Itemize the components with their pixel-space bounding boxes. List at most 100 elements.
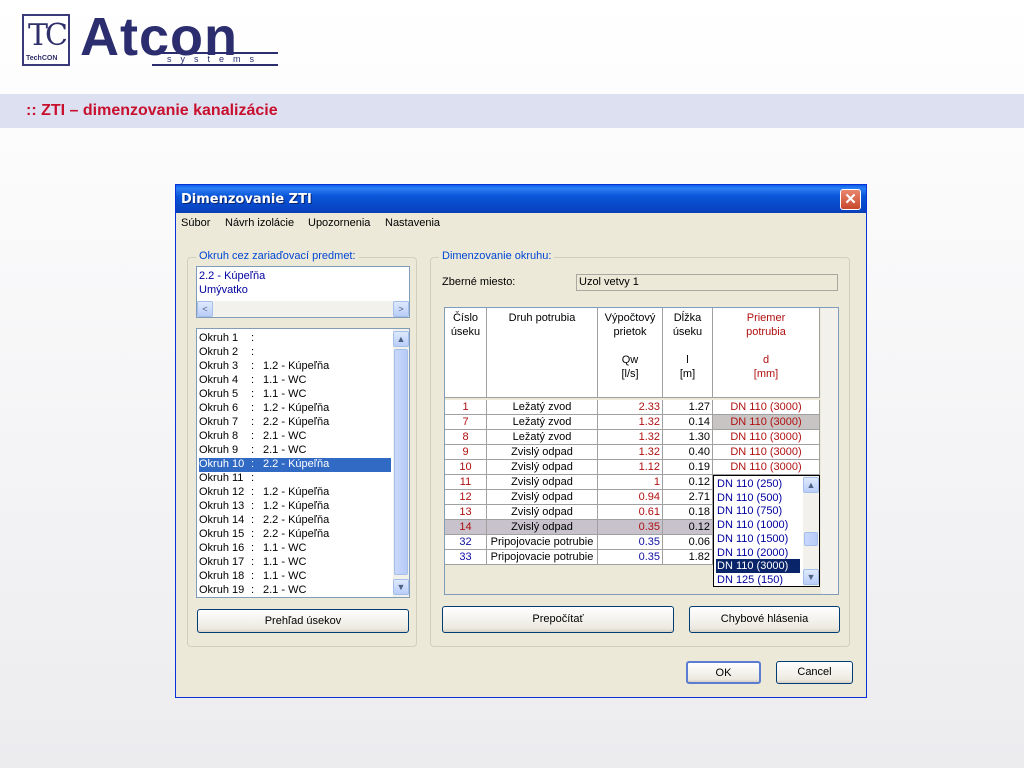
okruh-list-item[interactable]: Okruh 3:1.2 - Kúpeľňa [199,360,329,374]
scroll-thumb[interactable] [394,349,408,575]
okruh-list-item[interactable]: Okruh 7:2.2 - Kúpeľňa [199,416,329,430]
okruh-list-item[interactable]: Okruh 5:1.1 - WC [199,388,306,402]
grid-cell-l[interactable]: 2.71 [663,490,713,505]
grid-cell-l[interactable]: 0.18 [663,505,713,520]
grid-cell-qw[interactable]: 0.35 [598,520,663,535]
grid-cell-l[interactable]: 0.12 [663,520,713,535]
grid-cell-l[interactable]: 1.27 [663,400,713,415]
grid-cell-l[interactable]: 0.40 [663,445,713,460]
grid-cell-l[interactable]: 0.14 [663,415,713,430]
grid-cell-qw[interactable]: 1.32 [598,415,663,430]
grid-cell-cislo[interactable]: 14 [445,520,487,535]
okruh-list-item[interactable]: Okruh 8:2.1 - WC [199,430,306,444]
prehlad-useku-button[interactable]: Prehľad úsekov [197,609,409,633]
okruh-list-item[interactable]: Okruh 12:1.2 - Kúpeľňa [199,486,329,500]
menu-navrh-izolacie[interactable]: Návrh izolácie [225,217,294,229]
column-header[interactable]: Priemer potrubia d [mm] [713,308,820,398]
okruh-list-item[interactable]: Okruh 14:2.2 - Kúpeľňa [199,514,329,528]
grid-cell-qw[interactable]: 0.35 [598,535,663,550]
menu-upozornenia[interactable]: Upozornenia [308,217,370,229]
grid-cell-qw[interactable]: 0.61 [598,505,663,520]
diameter-dropdown[interactable]: ▲ ▼ DN 110 (250) DN 110 (500) DN 110 (750)… [713,475,820,587]
okruh-list-item[interactable]: Okruh 11: [199,472,263,486]
vertical-scrollbar[interactable]: ▲ ▼ [393,329,409,597]
grid-cell-cislo[interactable]: 13 [445,505,487,520]
dropdown-option[interactable]: DN 110 (1000) [716,518,800,532]
grid-cell-l[interactable]: 0.06 [663,535,713,550]
grid-cell-druh[interactable]: Zvislý odpad [487,445,598,460]
selected-items-list[interactable]: 2.2 - Kúpeľňa Umývatko < > [196,266,410,318]
grid-cell-cislo[interactable]: 33 [445,550,487,565]
menu-subor[interactable]: Súbor [181,217,210,229]
grid-cell-l[interactable]: 1.30 [663,430,713,445]
grid-cell-qw[interactable]: 1.32 [598,445,663,460]
grid-vertical-scrollbar[interactable] [821,308,838,594]
selected-item[interactable]: Umývatko [199,283,248,297]
grid-cell-druh[interactable]: Ležatý zvod [487,400,598,415]
ok-button[interactable]: OK [686,661,761,684]
grid-cell-druh[interactable]: Ležatý zvod [487,415,598,430]
okruh-list-item[interactable]: Okruh 19:2.1 - WC [199,584,306,597]
okruh-list[interactable]: ▲ ▼ Okruh 1: Okruh 2: Okruh 3:1.2 - Kúpeľň… [196,328,410,598]
grid-cell-cislo[interactable]: 12 [445,490,487,505]
grid-cell-d[interactable]: DN 110 (3000) [713,415,820,430]
grid-cell-l[interactable]: 0.12 [663,475,713,490]
okruh-list-item[interactable]: Okruh 10:2.2 - Kúpeľňa [199,458,329,472]
scroll-right-icon[interactable]: > [393,301,409,317]
grid-cell-cislo[interactable]: 7 [445,415,487,430]
close-icon[interactable]: ✕ [840,189,861,210]
grid-cell-cislo[interactable]: 32 [445,535,487,550]
okruh-list-item[interactable]: Okruh 6:1.2 - Kúpeľňa [199,402,329,416]
okruh-list-item[interactable]: Okruh 1: [199,332,263,346]
grid-cell-d[interactable]: DN 110 (3000) [713,400,820,415]
column-header[interactable]: Číslo úseku [445,308,487,398]
okruh-list-item[interactable]: Okruh 15:2.2 - Kúpeľňa [199,528,329,542]
okruh-list-item[interactable]: Okruh 16:1.1 - WC [199,542,306,556]
dropdown-option[interactable]: DN 110 (2000) [716,546,800,560]
okruh-list-item[interactable]: Okruh 13:1.2 - Kúpeľňa [199,500,329,514]
grid-cell-qw[interactable]: 2.33 [598,400,663,415]
dropdown-option[interactable]: DN 110 (3000) [716,559,800,574]
dropdown-option[interactable]: DN 125 (150) [716,573,800,587]
grid-cell-cislo[interactable]: 11 [445,475,487,490]
okruh-list-item[interactable]: Okruh 2: [199,346,263,360]
grid-cell-cislo[interactable]: 10 [445,460,487,475]
scroll-down-icon[interactable]: ▼ [393,579,409,595]
okruh-list-item[interactable]: Okruh 17:1.1 - WC [199,556,306,570]
okruh-list-item[interactable]: Okruh 9:2.1 - WC [199,444,306,458]
grid-cell-druh[interactable]: Zvislý odpad [487,490,598,505]
grid-cell-qw[interactable]: 0.35 [598,550,663,565]
grid-cell-druh[interactable]: Zvislý odpad [487,520,598,535]
cancel-button[interactable]: Cancel [776,661,853,684]
column-header[interactable]: Dĺžka úseku l [m] [663,308,713,398]
grid-cell-druh[interactable]: Pripojovacie potrubie [487,535,598,550]
grid-cell-qw[interactable]: 1.12 [598,460,663,475]
column-header[interactable]: Výpočtový prietok Qw [l/s] [598,308,663,398]
chybove-hlasenia-button[interactable]: Chybové hlásenia [689,606,840,633]
scroll-up-icon[interactable]: ▲ [393,331,409,347]
dropdown-scroll-thumb[interactable] [804,532,818,546]
grid-cell-cislo[interactable]: 9 [445,445,487,460]
grid-cell-qw[interactable]: 1.32 [598,430,663,445]
grid-cell-druh[interactable]: Ležatý zvod [487,430,598,445]
okruh-list-item[interactable]: Okruh 4:1.1 - WC [199,374,306,388]
grid-cell-qw[interactable]: 1 [598,475,663,490]
grid-cell-d[interactable]: DN 110 (3000) [713,460,820,475]
grid-cell-d[interactable]: DN 110 (3000) [713,445,820,460]
dropdown-scroll-up-icon[interactable]: ▲ [803,477,819,493]
grid-cell-d[interactable]: DN 110 (3000) [713,430,820,445]
grid-cell-druh[interactable]: Zvislý odpad [487,460,598,475]
grid-cell-cislo[interactable]: 8 [445,430,487,445]
selected-item[interactable]: 2.2 - Kúpeľňa [199,269,265,283]
dropdown-option[interactable]: DN 110 (500) [716,491,800,505]
grid-cell-druh[interactable]: Pripojovacie potrubie [487,550,598,565]
grid-cell-l[interactable]: 0.19 [663,460,713,475]
grid-cell-l[interactable]: 1.82 [663,550,713,565]
okruh-list-item[interactable]: Okruh 18:1.1 - WC [199,570,306,584]
menu-nastavenia[interactable]: Nastavenia [385,217,440,229]
window-titlebar[interactable]: Dimenzovanie ZTI ✕ [176,185,866,213]
column-header[interactable]: Druh potrubia [487,308,598,398]
horizontal-scrollbar[interactable]: < > [197,301,409,317]
grid-cell-druh[interactable]: Zvislý odpad [487,505,598,520]
dropdown-option[interactable]: DN 110 (1500) [716,532,800,546]
